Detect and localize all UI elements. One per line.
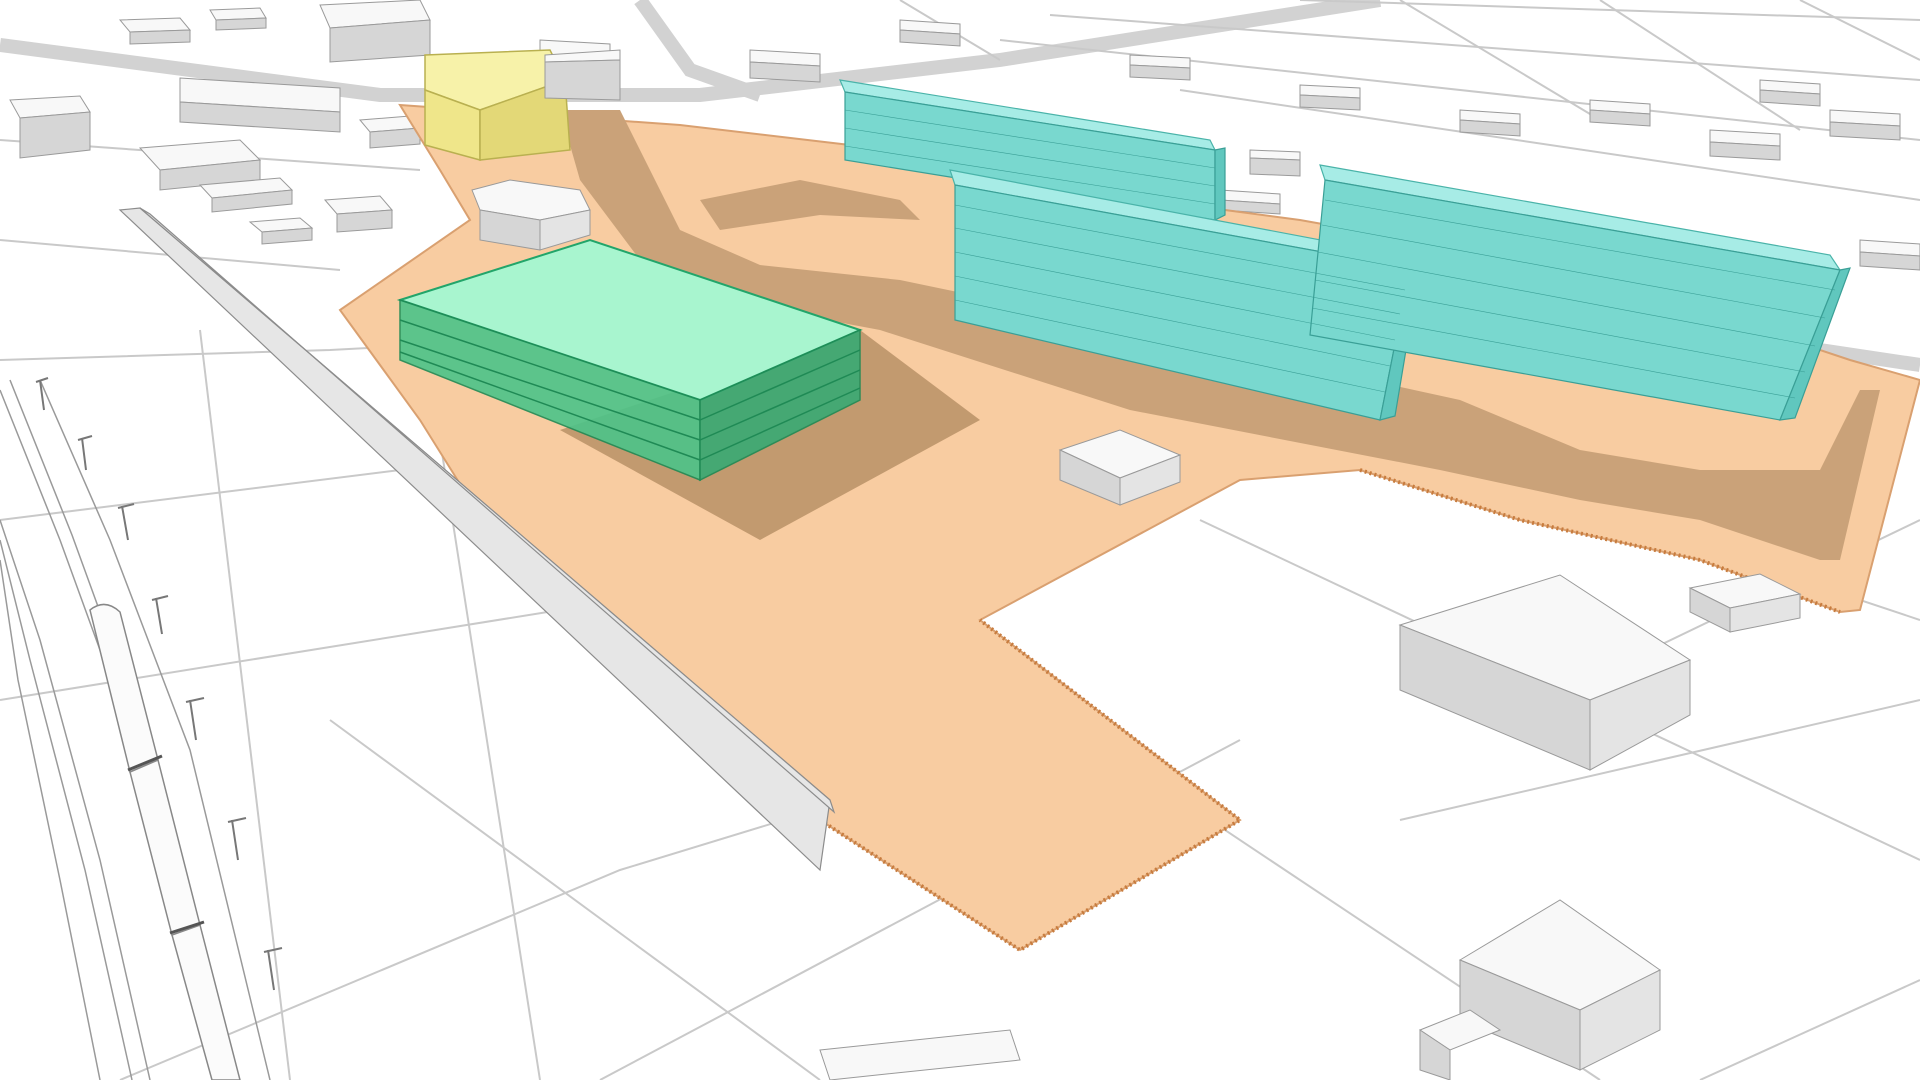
entrance-building (471, 179, 591, 251)
site-model-view (0, 0, 1920, 1080)
